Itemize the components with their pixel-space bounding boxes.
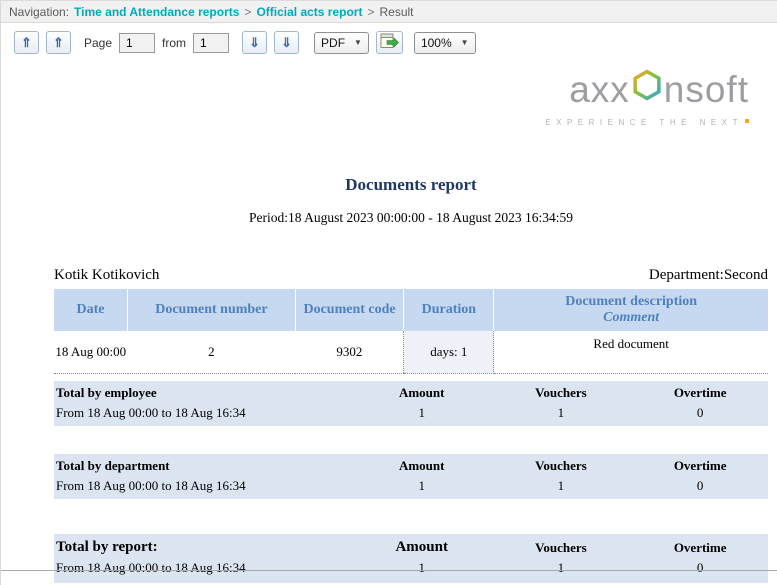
logo-text-right: nsoft (664, 69, 749, 111)
table-header-row: Date Document number Document code Durat… (54, 289, 768, 331)
totals-by-report: Total by report: Amount Vouchers Overtim… (54, 534, 768, 583)
vouchers-label: Vouchers (490, 456, 633, 476)
total-pages-input[interactable] (193, 33, 229, 53)
last-page-button[interactable]: ⇓ (274, 31, 299, 54)
amount-value: 1 (354, 403, 490, 423)
amount-label: Amount (354, 383, 490, 403)
page-number-input[interactable] (119, 33, 155, 53)
cell-duration: days: 1 (404, 331, 494, 373)
breadcrumb-separator: > (244, 5, 251, 19)
total-range: From 18 Aug 00:00 to 18 Aug 16:34 (54, 476, 354, 496)
overtime-value: 0 (632, 403, 768, 423)
vouchers-value: 1 (490, 403, 633, 423)
last-page-icon: ⇓ (281, 35, 292, 51)
logo-tagline-text: EXPERIENCE THE NEXT (545, 118, 743, 127)
axxonsoft-logo: axx nsoft EXPERIENCE THE NEXT (545, 68, 749, 127)
total-range: From 18 Aug 00:00 to 18 Aug 16:34 (54, 403, 354, 423)
overtime-label: Overtime (632, 538, 768, 558)
logo-wordmark: axx nsoft (569, 68, 749, 111)
amount-label: Amount (354, 456, 490, 476)
page-bottom-divider (1, 570, 777, 571)
report-title: Documents report (54, 175, 768, 195)
next-page-button[interactable]: ⇓ (242, 31, 267, 54)
hexagon-logo-icon (631, 68, 663, 111)
amount-value: 1 (354, 476, 490, 496)
zoom-value: 100% (421, 36, 452, 50)
first-page-icon: ⇑ (21, 35, 32, 51)
from-label: from (162, 36, 186, 50)
total-title: Total by department (54, 456, 354, 476)
table-row: 18 Aug 00:00 2 9302 days: 1 Red document (54, 331, 768, 373)
next-page-icon: ⇓ (249, 35, 260, 51)
prev-page-icon: ⇑ (53, 35, 64, 51)
export-icon (380, 33, 399, 52)
amount-value: 1 (354, 558, 490, 578)
cell-date: 18 Aug 00:00 (54, 331, 128, 373)
overtime-label: Overtime (632, 383, 768, 403)
overtime-value: 0 (632, 476, 768, 496)
vouchers-value: 1 (490, 558, 633, 578)
total-title: Total by report: (54, 538, 354, 558)
report-toolbar: ⇑ ⇑ Page from ⇓ ⇓ PDF ▼ 100% ▼ (1, 23, 777, 62)
employee-name: Kotik Kotikovich (54, 267, 159, 284)
header-description: Document description Comment (494, 289, 768, 331)
export-format-select[interactable]: PDF ▼ (314, 32, 369, 54)
totals-by-department: Total by department Amount Vouchers Over… (54, 454, 768, 499)
overtime-label: Overtime (632, 456, 768, 476)
breadcrumb-label: Navigation: (9, 5, 69, 19)
first-page-button[interactable]: ⇑ (14, 31, 39, 54)
breadcrumb: Navigation: Time and Attendance reports … (1, 0, 777, 23)
chevron-down-icon: ▼ (461, 38, 469, 47)
header-date: Date (54, 289, 128, 331)
zoom-select[interactable]: 100% ▼ (414, 32, 476, 54)
employee-row: Kotik Kotikovich Department:Second (54, 267, 768, 284)
total-title: Total by employee (54, 383, 354, 403)
logo-tagline: EXPERIENCE THE NEXT (545, 118, 749, 127)
chevron-down-icon: ▼ (354, 38, 362, 47)
department-name: Department:Second (649, 267, 768, 284)
cell-document-number: 2 (128, 331, 296, 373)
total-range: From 18 Aug 00:00 to 18 Aug 16:34 (54, 558, 354, 578)
prev-page-button[interactable]: ⇑ (46, 31, 71, 54)
vouchers-label: Vouchers (490, 538, 633, 558)
breadcrumb-separator: > (367, 5, 374, 19)
breadcrumb-link-time-attendance-reports[interactable]: Time and Attendance reports (74, 5, 239, 19)
breadcrumb-link-official-acts-report[interactable]: Official acts report (256, 5, 362, 19)
totals-by-employee: Total by employee Amount Vouchers Overti… (54, 381, 768, 426)
amount-label: Amount (354, 538, 490, 558)
page-label: Page (84, 36, 112, 50)
cell-document-code: 9302 (295, 331, 404, 373)
report-period: Period:18 August 2023 00:00:00 - 18 Augu… (54, 210, 768, 226)
documents-table: Date Document number Document code Durat… (54, 289, 768, 374)
vouchers-value: 1 (490, 476, 633, 496)
report-content: Documents report Period:18 August 2023 0… (1, 175, 777, 583)
cell-description: Red document (494, 331, 768, 373)
breadcrumb-current: Result (379, 5, 413, 19)
export-button[interactable] (376, 31, 403, 54)
overtime-value: 0 (632, 558, 768, 578)
header-document-code: Document code (295, 289, 404, 331)
tagline-dot-icon (745, 119, 749, 123)
vouchers-label: Vouchers (490, 383, 633, 403)
header-comment-line: Comment (494, 310, 768, 326)
header-document-number: Document number (128, 289, 296, 331)
export-format-value: PDF (321, 36, 345, 50)
logo-text-left: axx (569, 69, 630, 111)
header-duration: Duration (404, 289, 494, 331)
header-description-line: Document description (494, 294, 768, 310)
